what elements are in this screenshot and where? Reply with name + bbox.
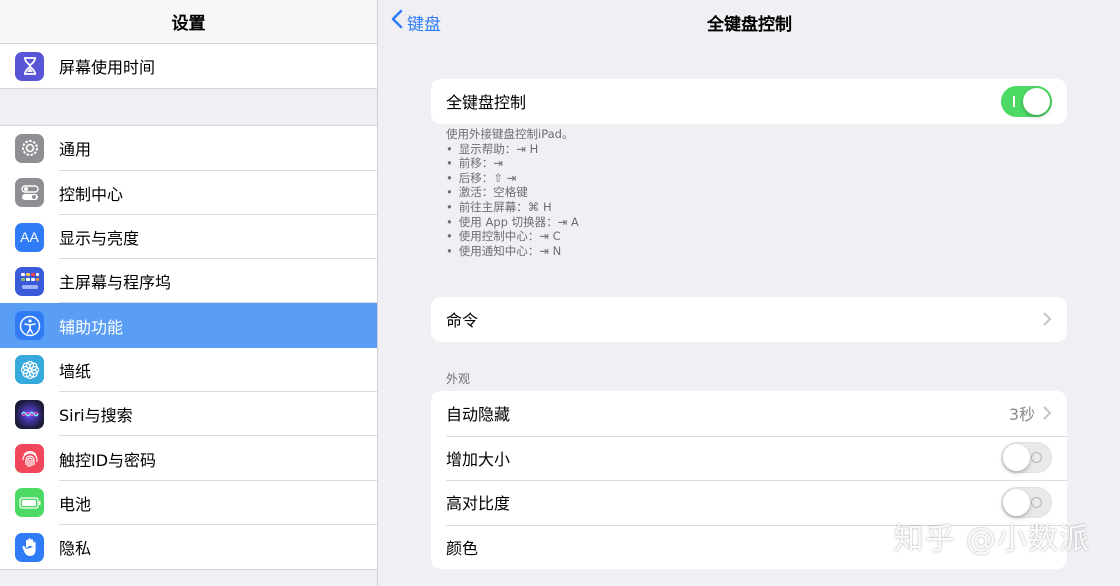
sidebar-item-screen-time[interactable]: 屏幕使用时间 [0, 44, 377, 89]
flower-icon [15, 355, 44, 385]
fingerprint-icon [15, 444, 44, 474]
appearance-section-header: 外观 [446, 372, 471, 386]
sidebar-item-label: 电池 [59, 494, 92, 514]
sidebar-item-label: 主屏幕与程序坞 [59, 273, 172, 293]
settings-sidebar: 设置 屏幕使用时间 通用 控制中心 AA 显示与亮度 主屏幕与程序坞 辅助功能 … [0, 0, 378, 586]
row-label: 增加大小 [446, 449, 511, 469]
sidebar-item-label: 控制中心 [59, 184, 124, 204]
list-item: 使用控制中心：⇥ C [446, 229, 579, 244]
back-button[interactable]: 键盘 [391, 0, 441, 44]
auto-hide-row[interactable]: 自动隐藏 3秒 [431, 391, 1067, 436]
sidebar-item-label: 显示与亮度 [59, 229, 140, 249]
sidebar-item-label: 辅助功能 [59, 317, 124, 337]
row-label: 高对比度 [446, 494, 511, 514]
list-item: 使用 App 切换器：⇥ A [446, 215, 579, 230]
row-label: 全键盘控制 [446, 93, 527, 113]
back-label: 键盘 [407, 14, 441, 35]
full-keyboard-access-card: 全键盘控制 [431, 79, 1067, 124]
sidebar-title: 设置 [0, 0, 377, 44]
list-item: 前往主屏幕：⌘ H [446, 200, 579, 215]
sidebar-item-display[interactable]: AA 显示与亮度 [0, 214, 377, 260]
row-label: 命令 [446, 311, 479, 331]
sidebar-item-siri[interactable]: Siri与搜索 [0, 392, 377, 437]
list-item: 前移：⇥ [446, 156, 579, 171]
sidebar-item-label: 隐私 [59, 539, 92, 559]
sidebar-item-home-dock[interactable]: 主屏幕与程序坞 [0, 259, 377, 304]
chevron-right-icon [1043, 307, 1052, 331]
list-item: 激活：空格键 [446, 185, 579, 200]
increase-size-row: 增加大小 [431, 435, 1067, 481]
toggles-icon [15, 178, 44, 208]
full-keyboard-access-toggle[interactable] [1001, 85, 1052, 117]
auto-hide-value: 3秒 [1008, 405, 1035, 425]
sidebar-item-battery[interactable]: 电池 [0, 480, 377, 526]
shortcut-list: 显示帮助：⇥ H 前移：⇥ 后移：⇧ ⇥ 激活：空格键 前往主屏幕：⌘ H 使用… [446, 142, 579, 259]
increase-size-toggle[interactable] [1001, 442, 1052, 474]
row-label: 自动隐藏 [446, 405, 511, 425]
description-intro: 使用外接键盘控制iPad。 [446, 127, 574, 141]
text-size-icon: AA [15, 222, 44, 252]
commands-row[interactable]: 命令 [431, 297, 1067, 342]
list-item: 后移：⇧ ⇥ [446, 171, 579, 186]
commands-card: 命令 [431, 297, 1067, 342]
page-title: 全键盘控制 [707, 14, 792, 35]
sidebar-item-label: 墙纸 [59, 361, 92, 381]
sidebar-item-label: 通用 [59, 140, 92, 160]
detail-pane: 键盘 全键盘控制 全键盘控制 使用外接键盘控制iPad。 显示帮助：⇥ H 前移… [379, 0, 1120, 586]
battery-icon [15, 488, 44, 518]
navigation-bar: 键盘 全键盘控制 [379, 0, 1120, 44]
chevron-left-icon [391, 9, 403, 35]
sidebar-item-general[interactable]: 通用 [0, 126, 377, 171]
gear-icon [15, 133, 44, 163]
sidebar-item-wallpaper[interactable]: 墙纸 [0, 347, 377, 393]
sidebar-item-touch-id[interactable]: 触控ID与密码 [0, 436, 377, 481]
siri-icon [15, 399, 44, 429]
sidebar-item-label: Siri与搜索 [59, 406, 133, 426]
app-grid-icon [15, 266, 44, 296]
list-item: 使用通知中心：⇥ N [446, 244, 579, 259]
sidebar-item-privacy[interactable]: 隐私 [0, 524, 377, 570]
hourglass-icon [15, 51, 44, 81]
list-item: 显示帮助：⇥ H [446, 142, 579, 157]
sidebar-item-label: 屏幕使用时间 [59, 58, 156, 78]
description-text: 使用外接键盘控制iPad。 显示帮助：⇥ H 前移：⇥ 后移：⇧ ⇥ 激活：空格… [446, 127, 579, 258]
sidebar-item-control-center[interactable]: 控制中心 [0, 170, 377, 216]
accessibility-icon [15, 311, 44, 341]
chevron-right-icon [1043, 401, 1052, 425]
watermark: 知乎 @小数派 [893, 522, 1090, 557]
sidebar-item-accessibility[interactable]: 辅助功能 [0, 303, 377, 348]
full-keyboard-access-row: 全键盘控制 [431, 79, 1067, 124]
hand-icon [15, 532, 44, 562]
sidebar-item-label: 触控ID与密码 [59, 450, 157, 470]
